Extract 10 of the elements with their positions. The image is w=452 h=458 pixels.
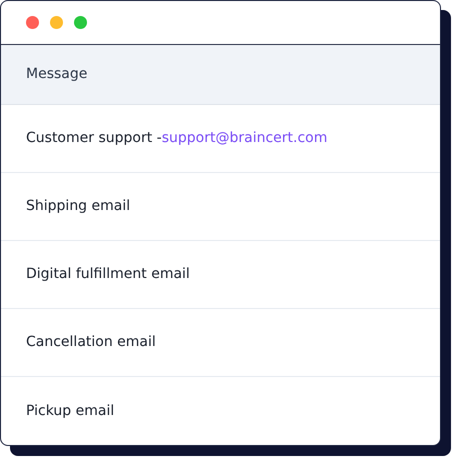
email-link[interactable]: support@braincert.com [162,128,328,149]
message-label: Customer support - [26,129,162,148]
message-label: Digital fulfillment email [26,265,190,284]
message-label: Pickup email [26,402,114,420]
window-control[interactable] [74,16,87,29]
message-label: Cancellation email [26,333,156,352]
column-heading: Message [26,65,88,84]
window-control[interactable] [26,16,39,29]
message-label: Shipping email [26,197,130,216]
window-control[interactable] [50,16,63,29]
